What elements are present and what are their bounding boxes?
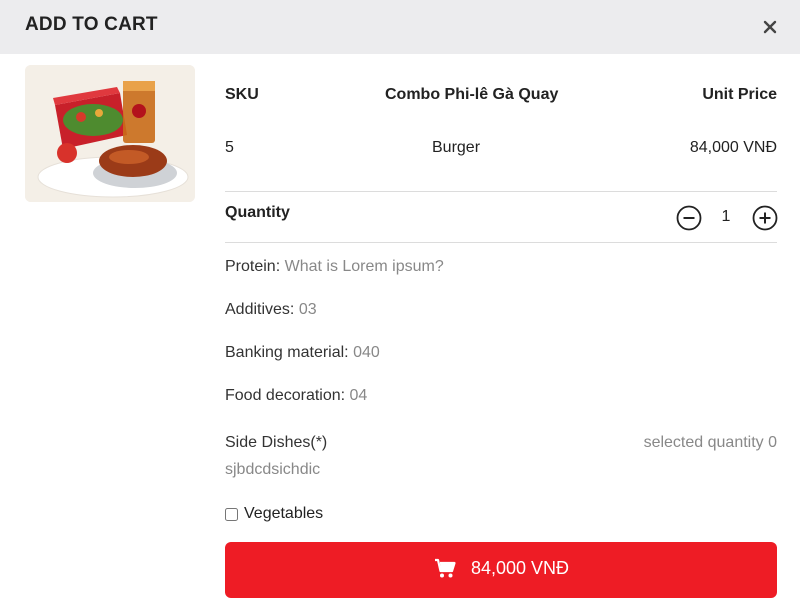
product-name-value: Burger <box>432 139 481 156</box>
side-dishes-subtitle: sjbdcdsichdic <box>225 461 321 478</box>
attribute-value: What is Lorem ipsum? <box>284 258 444 275</box>
attribute-additives: Additives: 03 <box>225 301 317 319</box>
sku-value: 5 <box>225 139 234 156</box>
attribute-label: Additives: <box>225 301 295 318</box>
sku-header: SKU <box>225 86 259 103</box>
attribute-label: Food decoration: <box>225 387 346 404</box>
unit-price-value: 84,000 VNĐ <box>689 139 777 156</box>
attribute-banking-material: Banking material: 040 <box>225 344 380 362</box>
divider <box>225 242 777 243</box>
attribute-value: 040 <box>353 344 380 361</box>
attribute-label: Protein: <box>225 258 281 275</box>
attribute-food-decoration: Food decoration: 04 <box>225 387 367 405</box>
side-dishes-title: Side Dishes(*) <box>225 434 328 451</box>
modal-header: ADD TO CART <box>0 0 800 54</box>
cart-icon <box>434 558 456 578</box>
product-image <box>25 65 195 202</box>
attribute-protein: Protein: What is Lorem ipsum? <box>225 258 444 276</box>
attribute-value: 03 <box>298 301 317 318</box>
unit-price-header: Unit Price <box>702 86 777 103</box>
side-dish-option-label: Vegetables <box>244 505 324 522</box>
quantity-decrease-button[interactable] <box>676 205 702 231</box>
quantity-label: Quantity <box>225 204 290 221</box>
quantity-value: 1 <box>721 208 731 225</box>
product-name-header: Combo Phi-lê Gà Quay <box>385 86 559 103</box>
add-to-cart-button[interactable]: 84,000 VNĐ <box>225 542 777 598</box>
vegetables-checkbox[interactable] <box>225 507 238 521</box>
minus-circle-icon <box>676 205 702 231</box>
quantity-increase-button[interactable] <box>752 205 778 231</box>
attribute-label: Banking material: <box>225 344 349 361</box>
close-icon <box>763 20 777 34</box>
modal-title: ADD TO CART <box>25 14 158 35</box>
add-to-cart-price: 84,000 VNĐ <box>470 558 570 578</box>
side-dish-option-vegetables[interactable]: Vegetables <box>225 505 323 523</box>
side-dishes-selected-quantity: selected quantity 0 <box>643 434 777 451</box>
attribute-value: 04 <box>349 387 368 404</box>
close-button[interactable] <box>758 15 782 39</box>
divider <box>225 191 777 192</box>
plus-circle-icon <box>752 205 778 231</box>
